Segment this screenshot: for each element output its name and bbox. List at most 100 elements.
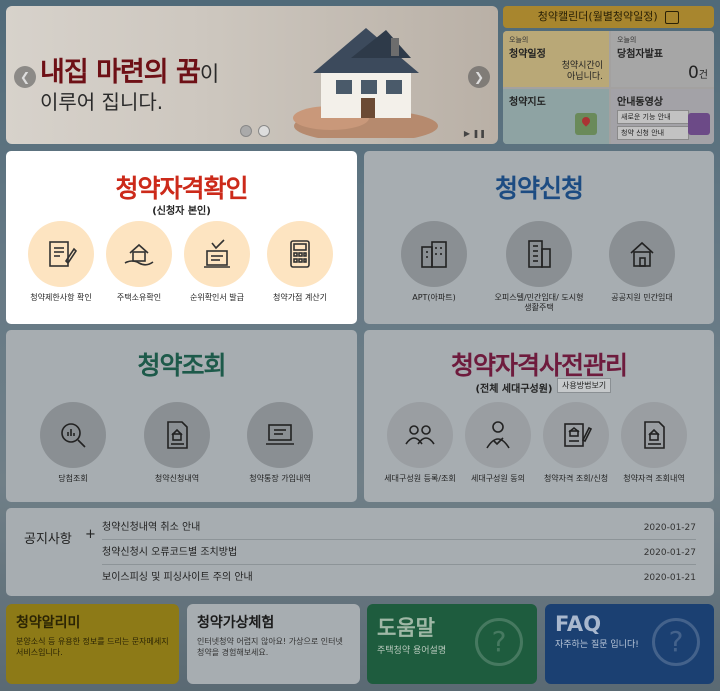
banner-dot[interactable] — [240, 125, 252, 137]
calendar-icon — [665, 10, 680, 24]
document-pen-icon — [49, 241, 78, 267]
notice-board: 공지사항 + 청약신청내역 취소 안내 2020-01-27 청약신청시 오류코… — [6, 508, 714, 596]
help-tile[interactable]: 도움말 주택청약 용어설명 ? — [367, 604, 537, 684]
document-house-icon-wrap — [144, 402, 210, 468]
apartment-icon-wrap — [401, 221, 467, 287]
score-calculator-button[interactable]: 청약가점 계산기 — [260, 221, 340, 303]
notice-title: 공지사항 — [24, 532, 72, 547]
item-label: 주택소유확인 — [116, 293, 162, 302]
item-label: 순위확인서 발급 — [189, 293, 245, 302]
office-building-icon — [528, 240, 551, 268]
notice-row[interactable]: 보이스피싱 및 피싱사이트 주의 안내 2020-01-21 — [102, 566, 696, 590]
magnifier-chart-icon — [61, 423, 86, 448]
video-icon[interactable] — [688, 113, 710, 135]
notice-row[interactable]: 청약신청시 오류코드별 조치방법 2020-01-27 — [102, 541, 696, 565]
office-building-icon-wrap — [506, 221, 572, 287]
qualification-apply-button[interactable]: 청약자격 조회/신청 — [540, 402, 612, 484]
banner-dot-active[interactable] — [258, 125, 270, 137]
pre-management-title: 청약자격사전관리 — [450, 351, 628, 380]
laptop-icon-wrap — [247, 402, 313, 468]
item-label: 오피스텔/민간임대/ 도시형생활주택 — [494, 293, 584, 312]
winners-title: 당첨자발표 — [617, 49, 663, 60]
calendar-button[interactable]: 청약캘린더(월별청약일정) — [503, 6, 714, 28]
calculator-icon-wrap — [267, 221, 333, 287]
document-pen-icon-wrap — [28, 221, 94, 287]
notice-row[interactable]: 청약신청내역 취소 안내 2020-01-27 — [102, 516, 696, 540]
apply-panel: 청약신청 APT(아파트) 오피스텔/민간임대/ 도시형생활주택 공공지원 민간… — [364, 151, 714, 324]
apply-guide-link[interactable]: 청약 신청 안내 — [617, 126, 689, 140]
restriction-check-button[interactable]: 청약제한사항 확인 — [26, 221, 96, 303]
document-house-icon — [167, 421, 188, 449]
schedule-title: 청약일정 — [509, 49, 546, 60]
person-check-icon — [486, 421, 510, 449]
public-rental-apply-button[interactable]: 공공지원 민간임대 — [602, 221, 682, 303]
winners-card[interactable]: 오늘의 당첨자발표 0건 — [611, 31, 714, 87]
pre-management-panel: 청약자격사전관리 (전체 세대구성원) 사용방법보기 세대구성원 등록/조회 세… — [364, 330, 714, 502]
question-mark-icon: ? — [652, 618, 700, 666]
item-label: 청약통장 가입내역 — [249, 474, 311, 483]
notice-date: 2020-01-21 — [643, 573, 696, 583]
banner-pagination[interactable] — [240, 122, 276, 141]
banner-prev-arrow-icon[interactable]: ❮ — [14, 66, 36, 88]
magnifier-chart-icon-wrap — [40, 402, 106, 468]
officetel-apply-button[interactable]: 오피스텔/민간임대/ 도시형생활주택 — [494, 221, 584, 313]
house-hand-icon-wrap — [106, 221, 172, 287]
people-icon — [405, 425, 435, 445]
certificate-check-icon — [204, 239, 230, 268]
alarm-service-tile[interactable]: 청약알리미 분양소식 등 유용한 정보를 드리는 문자메세지 서비스입니다. — [6, 604, 179, 684]
eligibility-subtitle: (신청자 본인) — [152, 206, 211, 217]
tile-title: 청약가상체험 — [197, 615, 275, 631]
guide-title: 안내동영상 — [617, 97, 663, 108]
house-hand-icon — [124, 243, 154, 266]
map-title: 청약지도 — [509, 97, 546, 108]
qualification-history-button[interactable]: 청약자격 조회내역 — [618, 402, 690, 484]
today-schedule-card[interactable]: 오늘의 청약일정 청약시간이 아닙니다. — [503, 31, 609, 87]
certificate-pen-icon — [564, 423, 593, 447]
account-history-button[interactable]: 청약통장 가입내역 — [245, 402, 315, 484]
apt-apply-button[interactable]: APT(아파트) — [394, 221, 474, 303]
item-label: 청약가점 계산기 — [272, 293, 328, 302]
notice-date: 2020-01-27 — [643, 548, 696, 558]
calendar-button-label: 청약캘린더(월별청약일정) — [537, 10, 658, 23]
house-ownership-button[interactable]: 주택소유확인 — [104, 221, 174, 303]
household-consent-button[interactable]: 세대구성원 동의 — [462, 402, 534, 484]
question-mark-icon: ? — [475, 618, 523, 666]
rank-certificate-button[interactable]: 순위확인서 발급 — [182, 221, 252, 303]
notice-text: 청약신청내역 취소 안내 — [102, 522, 201, 533]
notice-text: 청약신청시 오류코드별 조치방법 — [102, 547, 238, 558]
tile-desc: 분양소식 등 유용한 정보를 드리는 문자메세지 서비스입니다. — [16, 637, 169, 657]
application-history-button[interactable]: 청약신청내역 — [142, 402, 212, 484]
winner-inquiry-button[interactable]: 당첨조회 — [38, 402, 108, 484]
tile-desc: 인터넷청약 어렵지 않아요! 가상으로 인터넷 청약을 경험해보세요. — [197, 637, 343, 657]
main-banner[interactable]: 내집 마련의 꿈이 이루어 집니다. ❮ ❯ ▶ ❚❚ — [6, 6, 498, 144]
apply-title: 청약신청 — [494, 174, 584, 203]
household-register-button[interactable]: 세대구성원 등록/조회 — [384, 402, 456, 484]
notice-text: 보이스피싱 및 피싱사이트 주의 안내 — [102, 572, 253, 583]
usage-guide-button[interactable]: 사용방법보기 — [557, 378, 612, 393]
house-in-hands-image — [293, 28, 438, 138]
item-label: 청약자격 조회/신청 — [543, 474, 609, 483]
virtual-experience-tile[interactable]: 청약가상체험 인터넷청약 어렵지 않아요! 가상으로 인터넷 청약을 경험해보세… — [187, 604, 360, 684]
item-label: 세대구성원 동의 — [470, 474, 526, 483]
new-feature-link[interactable]: 새로운 기능 안내 — [617, 110, 689, 124]
document-house-icon — [644, 421, 665, 449]
document-house-icon-wrap — [621, 402, 687, 468]
map-card[interactable]: 청약지도 — [503, 89, 609, 144]
map-pin-icon — [575, 113, 597, 135]
banner-play-pause-icon[interactable]: ▶ ❚❚ — [464, 129, 486, 138]
banner-next-arrow-icon[interactable]: ❯ — [468, 66, 490, 88]
house-icon — [630, 241, 654, 267]
item-label: 청약자격 조회내역 — [623, 474, 685, 483]
eligibility-title: 청약자격확인 — [115, 174, 248, 203]
schedule-note: 청약시간이 아닙니다. — [561, 61, 603, 82]
winners-count: 0건 — [687, 63, 708, 83]
inquiry-panel: 청약조회 당첨조회 청약신청내역 청약통장 가입내역 — [6, 330, 357, 502]
today-label: 오늘의 — [617, 36, 637, 44]
inquiry-title: 청약조회 — [137, 351, 226, 380]
notice-more-button[interactable]: + — [85, 527, 96, 542]
calculator-icon — [290, 240, 310, 268]
faq-tile[interactable]: FAQ 자주하는 질문 입니다! ? — [545, 604, 714, 684]
item-label: APT(아파트) — [412, 293, 456, 302]
people-icon-wrap — [387, 402, 453, 468]
item-label: 공공지원 민간임대 — [611, 293, 673, 302]
